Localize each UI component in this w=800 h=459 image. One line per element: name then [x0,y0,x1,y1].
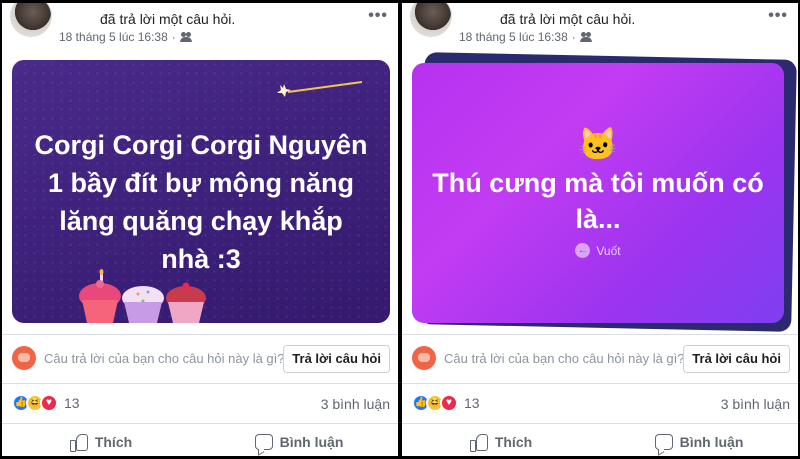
answer-card[interactable]: Corgi Corgi Corgi Nguyên 1 bầy đít bự mộ… [12,60,390,323]
like-label: Thích [94,434,133,450]
divider [402,383,798,384]
comment-button[interactable]: Bình luận [200,430,398,454]
post-date[interactable]: 18 tháng 5 lúc 16:38 [59,30,168,44]
question-card[interactable]: 🐱 Thú cưng mà tôi muốn có là... ← Vuốt [412,63,784,323]
post-actions: Thích Bình luận [2,430,398,454]
more-options-icon[interactable]: ••• [768,8,788,24]
answer-prompt[interactable]: Câu trả lời của bạn cho câu hỏi này là g… [444,351,685,366]
cat-face-icon: 🐱 [578,126,618,162]
swipe-label: Vuốt [596,243,621,258]
comment-count[interactable]: 3 bình luận [321,396,390,412]
post-meta: 18 tháng 5 lúc 16:38 · [59,30,192,44]
answer-prompt[interactable]: Câu trả lời của bạn cho câu hỏi này là g… [44,351,285,366]
swipe-hint[interactable]: ← Vuốt [412,243,784,258]
question-answer-icon [12,346,36,370]
screenshot-frame: đã trả lời một câu hỏi. 18 tháng 5 lúc 1… [0,0,800,459]
question-answer-icon [412,346,436,370]
reaction-count: 13 [64,395,80,411]
reaction-count: 13 [464,395,480,411]
post-date[interactable]: 18 tháng 5 lúc 16:38 [459,30,568,44]
reactions-summary[interactable]: 👍 😆 ♥ 13 [412,394,480,412]
reactions-summary[interactable]: 👍 😆 ♥ 13 [12,394,80,412]
post-action-text: đã trả lời một câu hỏi. [500,11,636,27]
like-button[interactable]: Thích [402,430,600,454]
thumbs-up-icon [469,433,488,452]
thumbs-up-icon [69,433,88,452]
more-options-icon[interactable]: ••• [368,8,388,24]
magic-wand-icon [277,81,363,97]
post-actions: Thích Bình luận [402,430,798,454]
divider [402,334,798,335]
friends-icon [579,32,592,42]
comment-label: Bình luận [679,434,744,450]
like-button[interactable]: Thích [2,430,200,454]
post-action-text: đã trả lời một câu hỏi. [100,11,236,27]
divider [2,383,398,384]
divider [2,334,398,335]
comment-button[interactable]: Bình luận [600,430,798,454]
friends-icon [179,32,192,42]
like-label: Thích [494,434,533,450]
divider [2,423,398,424]
love-reaction-icon: ♥ [40,394,58,412]
avatar[interactable] [10,3,52,37]
post-card-left: đã trả lời một câu hỏi. 18 tháng 5 lúc 1… [2,3,398,456]
answer-question-button[interactable]: Trả lời câu hỏi [683,345,790,373]
answer-card-text: Corgi Corgi Corgi Nguyên 1 bầy đít bự mộ… [34,130,368,274]
divider [402,423,798,424]
love-reaction-icon: ♥ [440,394,458,412]
cupcakes-illustration [79,269,206,323]
comment-count[interactable]: 3 bình luận [721,396,790,412]
avatar[interactable] [410,3,452,37]
answer-question-button[interactable]: Trả lời câu hỏi [283,345,390,373]
comment-icon [254,434,273,450]
post-meta: 18 tháng 5 lúc 16:38 · [459,30,592,44]
comment-icon [654,434,673,450]
swipe-arrow-icon: ← [575,243,591,258]
post-card-right: đã trả lời một câu hỏi. 18 tháng 5 lúc 1… [402,3,798,456]
comment-label: Bình luận [279,434,344,450]
question-card-text: Thú cưng mà tôi muốn có là... [432,168,764,234]
